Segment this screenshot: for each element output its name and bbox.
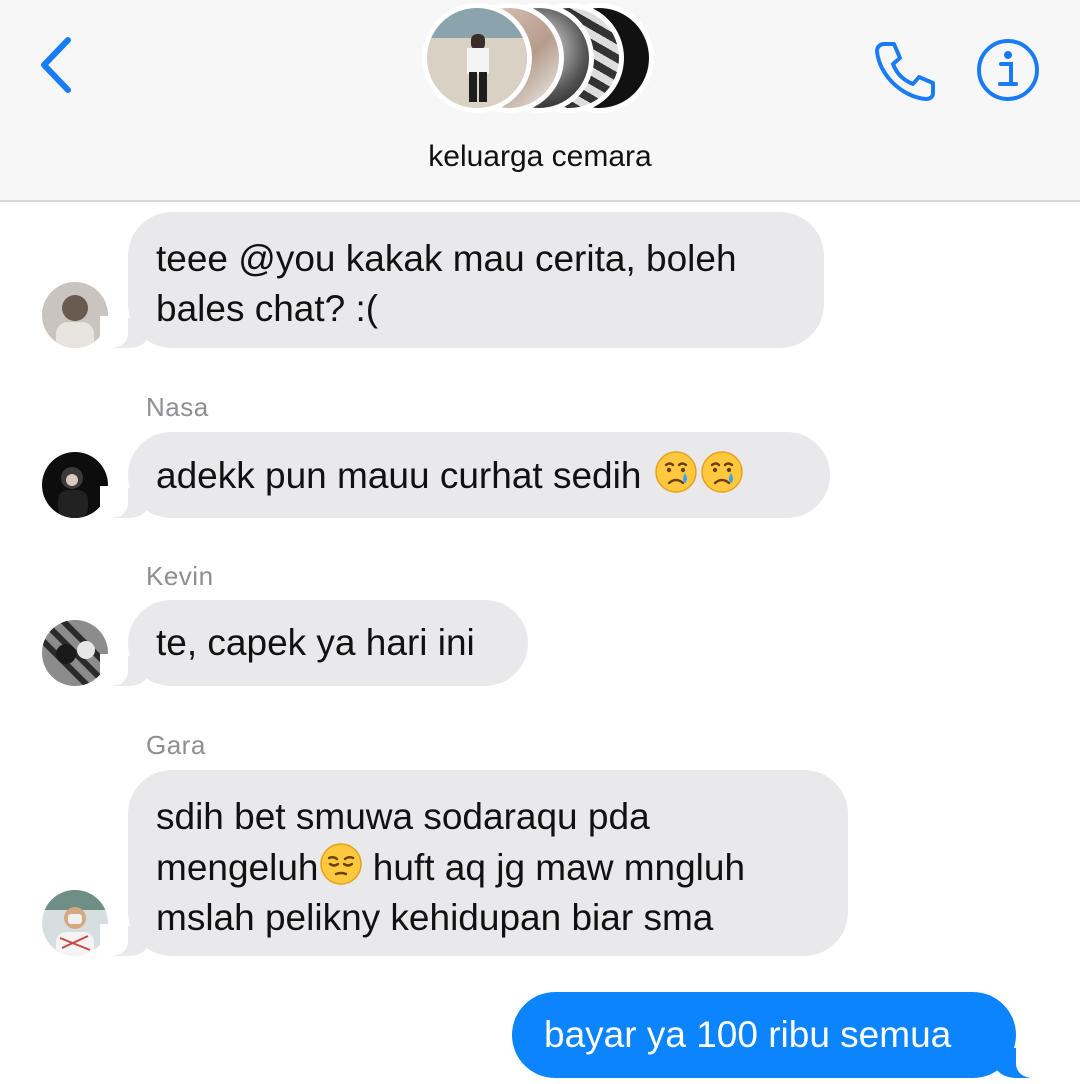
sender-avatar[interactable] [42, 452, 108, 518]
message-bubble[interactable]: teee @you kakak mau cerita, boleh bales … [100, 212, 824, 348]
message-bubble[interactable]: sdih bet smuwa sodaraqu pda mengeluh huf… [100, 770, 848, 956]
message-text: bayar ya 100 ribu semua [544, 1014, 952, 1055]
sender-avatar[interactable] [42, 890, 108, 956]
message-text: teee @you kakak mau cerita, boleh [156, 238, 737, 279]
message-text: mslah pelikny kehidupan biar sma [156, 897, 714, 938]
message-text: sdih bet smuwa sodaraqu pda [156, 796, 650, 837]
sender-name: Kevin [146, 561, 214, 591]
sender-name: Nasa [146, 392, 209, 422]
message-text: te, capek ya hari ini [156, 622, 475, 663]
chevron-left-icon [41, 37, 71, 93]
message-bubble[interactable]: adekk pun mauu curhat sedih [100, 432, 830, 518]
sender-avatar[interactable] [42, 282, 108, 348]
message-text: adekk pun mauu curhat sedih [156, 450, 800, 501]
message-bubble[interactable]: te, capek ya hari ini [100, 600, 528, 686]
message-text-content: adekk pun mauu curhat sedih [156, 455, 642, 496]
message-text: bales chat? :( [156, 288, 379, 329]
member-avatar-1 [422, 3, 532, 113]
message-text-content: mengeluh [156, 847, 319, 888]
group-title[interactable]: keluarga cemara [0, 140, 1080, 174]
chat-screen: keluarga cemara teee @you kakak mau ceri… [0, 0, 1080, 1084]
message-text-content: huft aq jg maw mngluh [362, 847, 746, 888]
info-button[interactable] [976, 38, 1040, 102]
phone-icon [875, 42, 935, 101]
chat-header: keluarga cemara [0, 0, 1080, 202]
outgoing-message-bubble[interactable]: bayar ya 100 ribu semua [512, 992, 1044, 1078]
back-button[interactable] [30, 30, 90, 100]
call-button[interactable] [870, 36, 940, 106]
info-icon [977, 39, 1039, 101]
message-text: mengeluh huft aq jg maw mngluh [156, 842, 818, 893]
sender-name: Gara [146, 730, 206, 760]
crying-face-emoji [654, 451, 697, 493]
pensive-face-emoji [319, 843, 362, 885]
group-avatar-stack[interactable] [418, 3, 658, 123]
crying-face-emoji [700, 451, 743, 493]
sender-avatar[interactable] [42, 620, 108, 686]
